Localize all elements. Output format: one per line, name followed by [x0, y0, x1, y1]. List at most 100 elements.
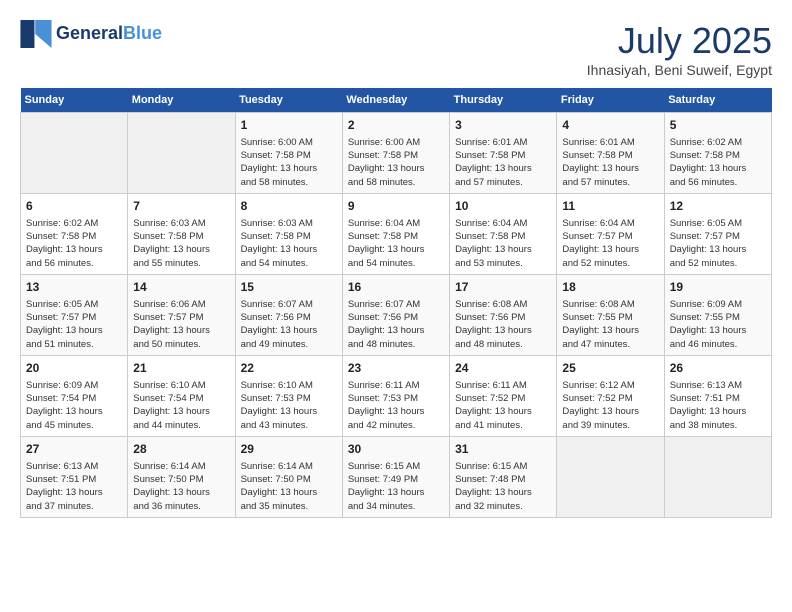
- day-of-week-header: Monday: [128, 88, 235, 113]
- month-year: July 2025: [587, 20, 772, 62]
- day-number: 1: [241, 117, 337, 134]
- day-info: Sunrise: 6:11 AM Sunset: 7:52 PM Dayligh…: [455, 379, 551, 432]
- calendar-cell: 16 Sunrise: 6:07 AM Sunset: 7:56 PM Dayli…: [342, 274, 449, 355]
- calendar-week-row: 27Sunrise: 6:13 AM Sunset: 7:51 PM Dayli…: [21, 436, 772, 517]
- calendar-cell: 28Sunrise: 6:14 AM Sunset: 7:50 PM Dayli…: [128, 436, 235, 517]
- day-number: 21: [133, 360, 229, 377]
- location: Ihnasiyah, Beni Suweif, Egypt: [587, 62, 772, 78]
- day-number: 3: [455, 117, 551, 134]
- day-info: Sunrise: 6:05 AM Sunset: 7:57 PM Dayligh…: [26, 298, 122, 351]
- day-info: Sunrise: 6:04 AM Sunset: 7:57 PM Dayligh…: [562, 217, 658, 270]
- page-header: GeneralBlue July 2025 Ihnasiyah, Beni Su…: [20, 20, 772, 78]
- calendar-cell: 9Sunrise: 6:04 AM Sunset: 7:58 PM Daylig…: [342, 193, 449, 274]
- day-number: 13: [26, 279, 122, 296]
- day-number: 23: [348, 360, 444, 377]
- day-number: 16: [348, 279, 444, 296]
- calendar-table: SundayMondayTuesdayWednesdayThursdayFrid…: [20, 88, 772, 518]
- day-info: Sunrise: 6:07 AM Sunset: 7:56 PM Dayligh…: [241, 298, 337, 351]
- day-number: 9: [348, 198, 444, 215]
- day-number: 17: [455, 279, 551, 296]
- day-number: 5: [670, 117, 766, 134]
- calendar-cell: 23 Sunrise: 6:11 AM Sunset: 7:53 PM Dayli…: [342, 355, 449, 436]
- calendar-cell: 19 Sunrise: 6:09 AM Sunset: 7:55 PM Dayli…: [664, 274, 771, 355]
- day-number: 6: [26, 198, 122, 215]
- day-info: Sunrise: 6:11 AM Sunset: 7:53 PM Dayligh…: [348, 379, 444, 432]
- day-of-week-header: Sunday: [21, 88, 128, 113]
- calendar-cell: 25 Sunrise: 6:12 AM Sunset: 7:52 PM Dayli…: [557, 355, 664, 436]
- day-info: Sunrise: 6:09 AM Sunset: 7:55 PM Dayligh…: [670, 298, 766, 351]
- day-info: Sunrise: 6:08 AM Sunset: 7:55 PM Dayligh…: [562, 298, 658, 351]
- day-info: Sunrise: 6:02 AM Sunset: 7:58 PM Dayligh…: [26, 217, 122, 270]
- day-number: 25: [562, 360, 658, 377]
- calendar-cell: 17 Sunrise: 6:08 AM Sunset: 7:56 PM Dayli…: [450, 274, 557, 355]
- day-info: Sunrise: 6:00 AM Sunset: 7:58 PM Dayligh…: [241, 136, 337, 189]
- calendar-cell: 20 Sunrise: 6:09 AM Sunset: 7:54 PM Dayli…: [21, 355, 128, 436]
- day-number: 15: [241, 279, 337, 296]
- day-number: 19: [670, 279, 766, 296]
- day-of-week-header: Friday: [557, 88, 664, 113]
- day-number: 22: [241, 360, 337, 377]
- day-number: 27: [26, 441, 122, 458]
- calendar-cell: 1 Sunrise: 6:00 AM Sunset: 7:58 PM Daylig…: [235, 113, 342, 194]
- day-info: Sunrise: 6:03 AM Sunset: 7:58 PM Dayligh…: [241, 217, 337, 270]
- calendar-cell: [21, 113, 128, 194]
- calendar-cell: 26 Sunrise: 6:13 AM Sunset: 7:51 PM Dayli…: [664, 355, 771, 436]
- day-of-week-header: Wednesday: [342, 88, 449, 113]
- calendar-cell: 10Sunrise: 6:04 AM Sunset: 7:58 PM Dayli…: [450, 193, 557, 274]
- day-number: 30: [348, 441, 444, 458]
- day-info: Sunrise: 6:07 AM Sunset: 7:56 PM Dayligh…: [348, 298, 444, 351]
- day-info: Sunrise: 6:10 AM Sunset: 7:53 PM Dayligh…: [241, 379, 337, 432]
- day-number: 2: [348, 117, 444, 134]
- calendar-cell: 4Sunrise: 6:01 AM Sunset: 7:58 PM Daylig…: [557, 113, 664, 194]
- calendar-cell: 8Sunrise: 6:03 AM Sunset: 7:58 PM Daylig…: [235, 193, 342, 274]
- calendar-cell: 5 Sunrise: 6:02 AM Sunset: 7:58 PM Daylig…: [664, 113, 771, 194]
- day-of-week-header: Saturday: [664, 88, 771, 113]
- logo-text: GeneralBlue: [56, 24, 162, 44]
- calendar-week-row: 13 Sunrise: 6:05 AM Sunset: 7:57 PM Dayli…: [21, 274, 772, 355]
- calendar-cell: 22 Sunrise: 6:10 AM Sunset: 7:53 PM Dayli…: [235, 355, 342, 436]
- day-of-week-header: Thursday: [450, 88, 557, 113]
- day-info: Sunrise: 6:15 AM Sunset: 7:49 PM Dayligh…: [348, 460, 444, 513]
- calendar-cell: 21 Sunrise: 6:10 AM Sunset: 7:54 PM Dayli…: [128, 355, 235, 436]
- day-number: 29: [241, 441, 337, 458]
- day-number: 31: [455, 441, 551, 458]
- calendar-cell: 7 Sunrise: 6:03 AM Sunset: 7:58 PM Daylig…: [128, 193, 235, 274]
- day-info: Sunrise: 6:01 AM Sunset: 7:58 PM Dayligh…: [562, 136, 658, 189]
- day-number: 14: [133, 279, 229, 296]
- calendar-cell: 12Sunrise: 6:05 AM Sunset: 7:57 PM Dayli…: [664, 193, 771, 274]
- calendar-cell: 24Sunrise: 6:11 AM Sunset: 7:52 PM Dayli…: [450, 355, 557, 436]
- calendar-cell: 11 Sunrise: 6:04 AM Sunset: 7:57 PM Dayli…: [557, 193, 664, 274]
- calendar-cell: 13 Sunrise: 6:05 AM Sunset: 7:57 PM Dayli…: [21, 274, 128, 355]
- day-info: Sunrise: 6:03 AM Sunset: 7:58 PM Dayligh…: [133, 217, 229, 270]
- day-number: 12: [670, 198, 766, 215]
- calendar-cell: [128, 113, 235, 194]
- calendar-cell: 6 Sunrise: 6:02 AM Sunset: 7:58 PM Daylig…: [21, 193, 128, 274]
- day-number: 7: [133, 198, 229, 215]
- day-number: 20: [26, 360, 122, 377]
- logo: GeneralBlue: [20, 20, 162, 48]
- calendar-cell: 3Sunrise: 6:01 AM Sunset: 7:58 PM Daylig…: [450, 113, 557, 194]
- day-number: 26: [670, 360, 766, 377]
- calendar-cell: [664, 436, 771, 517]
- day-number: 18: [562, 279, 658, 296]
- calendar-cell: [557, 436, 664, 517]
- day-info: Sunrise: 6:04 AM Sunset: 7:58 PM Dayligh…: [455, 217, 551, 270]
- day-number: 28: [133, 441, 229, 458]
- day-info: Sunrise: 6:08 AM Sunset: 7:56 PM Dayligh…: [455, 298, 551, 351]
- calendar-header: SundayMondayTuesdayWednesdayThursdayFrid…: [21, 88, 772, 113]
- title-block: July 2025 Ihnasiyah, Beni Suweif, Egypt: [587, 20, 772, 78]
- day-info: Sunrise: 6:14 AM Sunset: 7:50 PM Dayligh…: [241, 460, 337, 513]
- calendar-cell: 18 Sunrise: 6:08 AM Sunset: 7:55 PM Dayli…: [557, 274, 664, 355]
- day-of-week-header: Tuesday: [235, 88, 342, 113]
- calendar-week-row: 6 Sunrise: 6:02 AM Sunset: 7:58 PM Daylig…: [21, 193, 772, 274]
- calendar-cell: 27Sunrise: 6:13 AM Sunset: 7:51 PM Dayli…: [21, 436, 128, 517]
- calendar-cell: 15 Sunrise: 6:07 AM Sunset: 7:56 PM Dayli…: [235, 274, 342, 355]
- day-number: 11: [562, 198, 658, 215]
- day-info: Sunrise: 6:12 AM Sunset: 7:52 PM Dayligh…: [562, 379, 658, 432]
- day-info: Sunrise: 6:09 AM Sunset: 7:54 PM Dayligh…: [26, 379, 122, 432]
- day-info: Sunrise: 6:02 AM Sunset: 7:58 PM Dayligh…: [670, 136, 766, 189]
- calendar-cell: 30 Sunrise: 6:15 AM Sunset: 7:49 PM Dayli…: [342, 436, 449, 517]
- day-info: Sunrise: 6:10 AM Sunset: 7:54 PM Dayligh…: [133, 379, 229, 432]
- day-info: Sunrise: 6:06 AM Sunset: 7:57 PM Dayligh…: [133, 298, 229, 351]
- day-info: Sunrise: 6:13 AM Sunset: 7:51 PM Dayligh…: [670, 379, 766, 432]
